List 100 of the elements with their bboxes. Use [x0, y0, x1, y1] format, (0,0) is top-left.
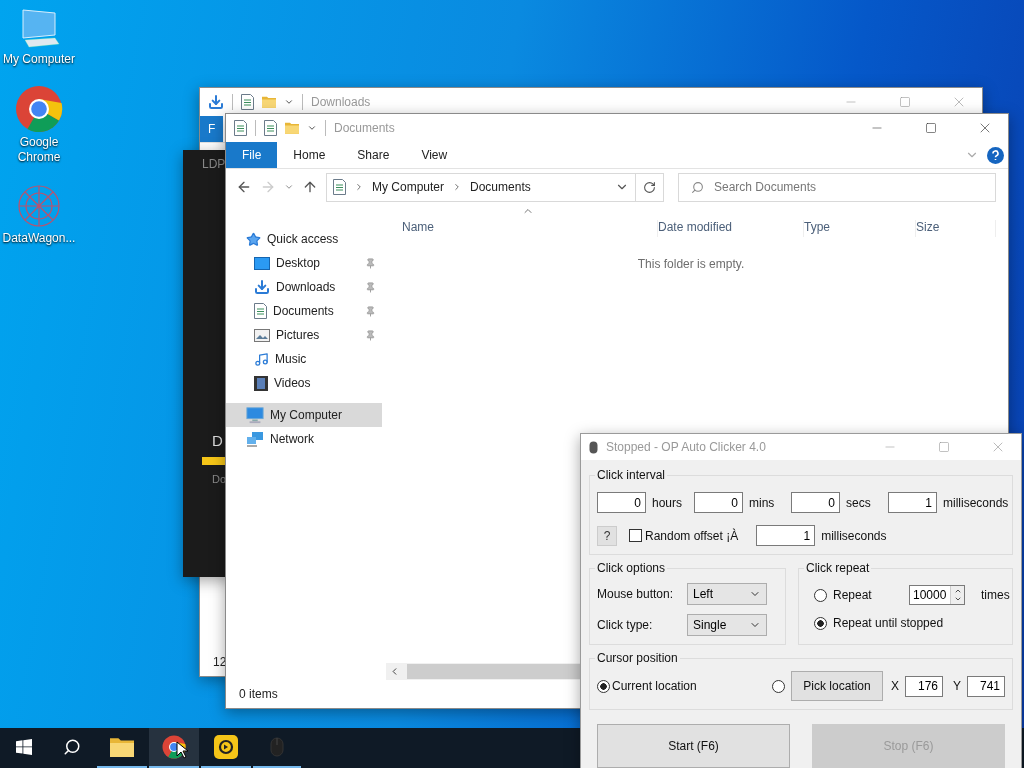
refresh-button[interactable]: [635, 172, 664, 202]
document-icon: [234, 120, 247, 136]
dropdown-icon: [307, 123, 317, 133]
ribbon-tab[interactable]: View: [405, 142, 464, 168]
help-button[interactable]: ?: [597, 525, 617, 546]
mouse-cursor-icon: [176, 741, 188, 759]
sidebar-item[interactable]: Documents: [226, 299, 382, 323]
breadcrumb[interactable]: Documents: [470, 180, 531, 194]
checkbox-label: Random offset ¡À: [645, 528, 739, 543]
group-title: Cursor position: [596, 651, 679, 665]
sidebar-item[interactable]: Desktop: [226, 251, 382, 275]
network-icon: [246, 431, 264, 447]
ribbon-tab[interactable]: Home: [277, 142, 342, 168]
download-icon: [208, 94, 224, 110]
picture-icon: [254, 328, 270, 342]
window-title: Documents: [334, 121, 396, 135]
breadcrumb[interactable]: My Computer: [372, 180, 445, 194]
download-icon: [254, 279, 270, 295]
number-field[interactable]: 0: [597, 492, 646, 513]
number-spinner[interactable]: 10000: [909, 585, 965, 605]
unit-label: milliseconds: [943, 495, 1009, 510]
forward-icon: [260, 179, 276, 195]
unit-label: milliseconds: [821, 528, 887, 543]
pick-location-button[interactable]: Pick location: [791, 671, 883, 701]
sidebar-item[interactable]: Quick access: [226, 227, 382, 251]
computer-icon: [246, 406, 264, 424]
sidebar-item[interactable]: Music: [226, 347, 382, 371]
group-title: Click options: [596, 561, 667, 575]
heading-text: D: [212, 432, 224, 449]
radio-button[interactable]: [814, 616, 827, 630]
field-label: Mouse button:: [597, 587, 675, 601]
status-text: 0 items: [239, 687, 278, 701]
help-icon: [987, 146, 1004, 164]
window-title: Downloads: [311, 95, 372, 109]
up-icon: [302, 179, 318, 195]
unit-label: mins: [749, 495, 776, 510]
unit-label: secs: [846, 495, 872, 510]
search-icon: [691, 180, 704, 194]
number-field[interactable]: 1: [756, 525, 816, 546]
radio-button[interactable]: [597, 679, 610, 693]
coordinate-label: Y: [953, 679, 961, 693]
ribbon-tab[interactable]: F: [200, 116, 224, 142]
sidebar-item[interactable]: Videos: [226, 371, 382, 395]
maximize-icon: [899, 96, 911, 108]
sidebar-item[interactable]: Network: [226, 427, 382, 451]
number-field[interactable]: 0: [694, 492, 743, 513]
mouse-icon: [589, 440, 598, 454]
maximize-icon: [925, 122, 937, 134]
number-field[interactable]: 0: [791, 492, 840, 513]
unit-label: times: [981, 588, 1010, 602]
column-header[interactable]: Name: [402, 220, 658, 237]
action-button[interactable]: Start (F6): [597, 724, 790, 768]
coordinate-label: X: [890, 679, 899, 693]
sidebar-item[interactable]: Downloads: [226, 275, 382, 299]
folder-icon: [110, 736, 134, 758]
radio-label: Current location: [612, 679, 698, 693]
column-header[interactable]: Type: [804, 220, 916, 237]
desktop-icon: [254, 256, 270, 270]
dropdown[interactable]: Left: [687, 583, 767, 605]
column-header[interactable]: Date modified: [658, 220, 804, 237]
radio-button[interactable]: [814, 588, 827, 602]
dropdown[interactable]: Single: [687, 614, 767, 636]
windows-logo-icon: [16, 739, 32, 755]
radio-button[interactable]: [772, 679, 785, 693]
checkbox[interactable]: [629, 529, 642, 542]
unit-label: hours: [652, 495, 684, 510]
field-label: Click type:: [597, 618, 654, 632]
ribbon-tab[interactable]: Share: [341, 142, 406, 168]
address-bar[interactable]: My Computer Documents: [326, 172, 636, 202]
spin-down-icon: [953, 595, 962, 603]
ribbon-tab[interactable]: File: [226, 142, 278, 168]
number-field[interactable]: 741: [967, 675, 1005, 697]
horizontal-scrollbar[interactable]: [386, 663, 580, 680]
spin-up-icon: [953, 587, 962, 595]
number-field[interactable]: 1: [888, 492, 937, 513]
mouse-icon: [270, 737, 284, 757]
search-field[interactable]: Search Documents: [678, 172, 996, 202]
taskbar-app[interactable]: [149, 728, 199, 768]
star-icon: [246, 231, 261, 247]
play-icon: [214, 735, 238, 759]
document-icon: [333, 179, 346, 195]
window-title: Stopped - OP Auto Clicker 4.0: [606, 440, 767, 454]
sidebar-item[interactable]: Pictures: [226, 323, 382, 347]
window-title: LDP: [202, 157, 227, 171]
empty-message: This folder is empty.: [637, 257, 745, 271]
folder-icon: [285, 122, 299, 134]
chrome-logo-icon: [15, 85, 63, 133]
dropdown-icon: [284, 97, 294, 107]
back-icon: [236, 179, 252, 195]
search-icon: [63, 738, 81, 756]
refresh-icon: [643, 180, 656, 194]
column-header[interactable]: Size: [916, 220, 996, 237]
number-field[interactable]: 176: [905, 675, 943, 697]
sidebar-item[interactable]: My Computer: [226, 403, 382, 427]
folder-icon: [262, 96, 276, 108]
music-note-icon: [254, 351, 269, 367]
radio-label: Repeat until stopped: [833, 616, 944, 630]
film-icon: [254, 375, 268, 391]
maximize-icon: [938, 441, 950, 453]
pattern-icon: [16, 183, 62, 229]
